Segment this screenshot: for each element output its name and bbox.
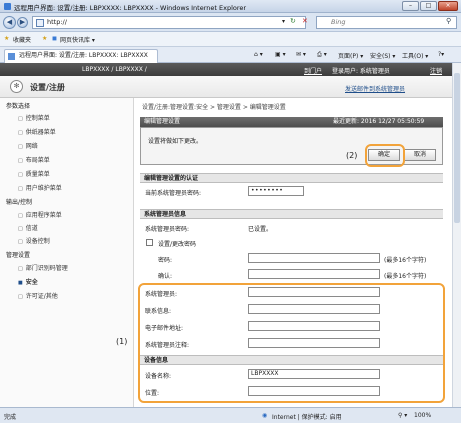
forward-arrow-icon[interactable]: ▶ (17, 17, 28, 28)
web-slice-gallery[interactable]: 网页快讯库 ▾ (60, 35, 95, 44)
print-icon[interactable]: ⎙ ▾ (317, 51, 327, 59)
close-button[interactable]: × (438, 1, 458, 11)
admin-password-status: 已设置。 (248, 226, 273, 233)
page-menu[interactable]: 页面(P) ▾ (338, 51, 363, 60)
ie-app-icon (4, 3, 11, 10)
mail-icon[interactable]: ✉ ▾ (296, 51, 306, 58)
search-icon[interactable]: ⚲ (446, 17, 451, 25)
password-label: 密码: (158, 257, 173, 264)
home-icon[interactable]: ⌂ ▾ (254, 51, 263, 58)
tab-bar: 远程用户界面: 设置/注册: LBPXXXX: LBPXXXX ⌂ ▾ ▣ ▾ … (0, 47, 461, 63)
confirm-hint: (最多16个字符) (384, 273, 427, 280)
url-input[interactable]: http:// (32, 16, 306, 29)
minimize-button[interactable]: – (402, 1, 419, 11)
refresh-icon[interactable]: ↻ (290, 17, 296, 25)
device-header-bar: LBPXXXX / LBPXXXX / 到门户 登录用户: 系统管理员 注销 (0, 63, 452, 76)
confirm-password-input[interactable] (248, 269, 380, 279)
security-zone: Internet | 保护模式: 启用 (272, 414, 342, 421)
status-text: 完成 (4, 414, 17, 421)
current-admin-password-label: 当前系统管理员密码: (145, 190, 202, 197)
sidebar-heading-output: 输出/控制 (6, 199, 33, 206)
sidebar-item-applications[interactable]: 应用程序菜单 (18, 210, 62, 219)
sidebar-item-department-id[interactable]: 部门识别码管理 (18, 263, 68, 272)
page-icon (36, 19, 44, 27)
edit-panel-title: 编辑管理设置 (144, 118, 181, 125)
scroll-thumb[interactable] (454, 73, 460, 223)
cancel-button[interactable]: 取消 (404, 149, 436, 161)
callout-2-highlight (365, 144, 405, 167)
admin-password-label: 系统管理员密码: (145, 226, 190, 233)
sidebar-item-security[interactable]: 安全 (18, 277, 38, 286)
help-menu[interactable]: ?▾ (438, 51, 444, 58)
back-arrow-icon[interactable]: ◀ (3, 16, 16, 29)
tools-menu[interactable]: 工具(O) ▾ (402, 51, 428, 60)
sidebar: 参数选择 控制菜单 供纸器菜单 网络 布局菜单 质量菜单 用户维护菜单 输出/控… (0, 98, 134, 407)
browser-tab[interactable]: 远程用户界面: 设置/注册: LBPXXXX: LBPXXXX (4, 49, 158, 63)
safety-menu[interactable]: 安全(S) ▾ (370, 51, 395, 60)
sidebar-item-layout[interactable]: 布局菜单 (18, 155, 50, 164)
tab-label: 远程用户界面: 设置/注册: LBPXXXX: LBPXXXX (19, 52, 148, 59)
settings-logo-icon: ✻ (10, 80, 23, 93)
edit-panel-header: 编辑管理设置 最近更新: 2016 12/27 05:50:59 (140, 117, 443, 127)
sidebar-item-device-control[interactable]: 设备控制 (18, 236, 50, 245)
callout-1-highlight (138, 283, 445, 403)
change-password-label: 设置/更改密码 (158, 241, 197, 248)
sidebar-heading-management: 管理设置 (6, 252, 31, 259)
sidebar-item-license[interactable]: 许可证/其他 (18, 291, 58, 300)
zoom-level[interactable]: 100% (414, 412, 431, 419)
password-hint: (最多16个字符) (384, 257, 427, 264)
portal-link[interactable]: 到门户 (304, 66, 322, 75)
change-password-checkbox[interactable] (146, 239, 153, 246)
page-title-row: ✻ 设置/注册 发送邮件到系统管理员 (0, 76, 452, 98)
callout-1-label: (1) (116, 337, 128, 346)
dropdown-icon[interactable]: ▾ (282, 18, 285, 25)
tab-page-icon (8, 53, 15, 60)
zoom-icon[interactable]: ⚲ ▾ (398, 412, 407, 419)
password-input[interactable] (248, 253, 380, 263)
confirm-label: 确认: (158, 273, 173, 280)
stop-icon[interactable]: ✕ (302, 17, 308, 25)
globe-icon: ◉ (262, 412, 268, 419)
url-text: http:// (47, 18, 67, 26)
search-input[interactable]: Bing (316, 16, 457, 29)
search-placeholder: Bing (331, 18, 346, 26)
sidebar-item-paper-source[interactable]: 供纸器菜单 (18, 127, 56, 136)
login-user: 登录用户: 系统管理员 (332, 68, 390, 75)
window-title: 远程用户界面: 设置/注册: LBPXXXX: LBPXXXX - Window… (14, 4, 247, 12)
page-title: 设置/注册 (30, 83, 65, 92)
sidebar-item-channel[interactable]: 信道 (18, 223, 38, 232)
favorites-label[interactable]: 收藏夹 (13, 35, 31, 44)
maximize-button[interactable]: □ (420, 1, 437, 11)
vertical-scrollbar[interactable] (452, 63, 461, 407)
feeds-icon[interactable]: ▣ ▾ (275, 51, 286, 58)
product-name: LBPXXXX / LBPXXXX / (82, 66, 147, 73)
add-favorites-icon[interactable]: ★ (42, 35, 47, 42)
breadcrumb: 设置/注册:管理设置:安全 > 管理设置 > 编辑管理设置 (142, 104, 286, 111)
address-bar: ◀ ▶ http:// ▾ ↻ ✕ Bing ⚲ (0, 13, 461, 32)
auth-section-header: 编辑管理设置的认证 (140, 173, 443, 183)
mail-admin-link[interactable]: 发送邮件到系统管理员 (345, 84, 405, 93)
last-updated: 最近更新: 2016 12/27 05:50:59 (333, 118, 425, 125)
status-bar: 完成 ◉ Internet | 保护模式: 启用 ⚲ ▾ 100% (0, 407, 461, 423)
sidebar-item-network[interactable]: 网络 (18, 141, 38, 150)
sidebar-heading-preferences: 参数选择 (6, 103, 31, 110)
logout-link[interactable]: 注销 (430, 66, 442, 75)
sidebar-item-control[interactable]: 控制菜单 (18, 113, 50, 122)
favorites-star-icon[interactable]: ★ (4, 35, 9, 42)
favorites-bar: ★ 收藏夹 ★ ◼ 网页快讯库 ▾ (0, 32, 461, 47)
admin-section-header: 系统管理员信息 (140, 209, 443, 219)
sidebar-item-quality[interactable]: 质量菜单 (18, 169, 50, 178)
web-slice-icon: ◼ (52, 35, 57, 42)
current-admin-password-input[interactable]: •••••••• (248, 186, 304, 196)
callout-2-label: (2) (346, 151, 358, 160)
sidebar-item-maintenance[interactable]: 用户维护菜单 (18, 183, 62, 192)
window-titlebar: 远程用户界面: 设置/注册: LBPXXXX: LBPXXXX - Window… (0, 0, 461, 13)
confirm-message: 设置将做如下更改。 (148, 138, 203, 145)
